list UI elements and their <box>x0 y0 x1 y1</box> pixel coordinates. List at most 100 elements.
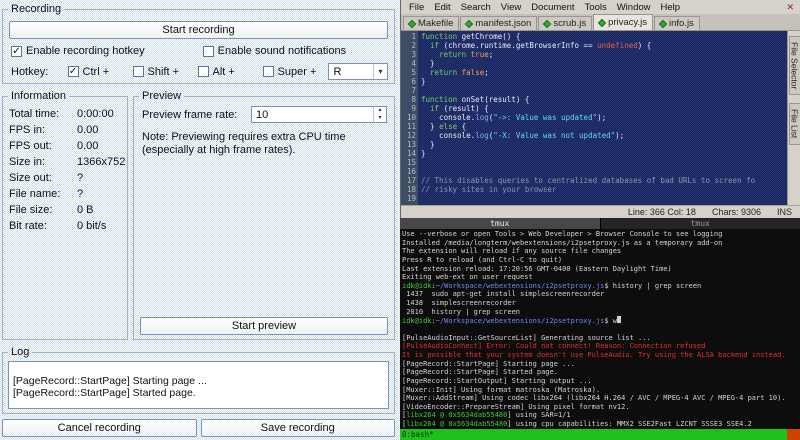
menu-document[interactable]: Document <box>526 2 579 13</box>
tmux-titlebar-unfocused[interactable]: tmux <box>599 218 800 229</box>
menu-window[interactable]: Window <box>612 2 656 13</box>
line-number: 1 <box>411 32 416 41</box>
option-checkbox-1[interactable]: Enable sound notifications <box>202 45 347 57</box>
line-number: 5 <box>411 68 416 77</box>
info-value: 1366x752 <box>77 156 126 168</box>
recording-group: Recording Start recording ✓ Enable record… <box>2 3 395 84</box>
editor-side-panel-tabs: File Selector File List <box>787 31 800 205</box>
window-title: tmux <box>490 219 510 228</box>
info-label: Total time: <box>9 108 60 120</box>
info-value: 0 B <box>77 204 94 216</box>
terminal-line: [Muxer::Init] Using format matroska (Mat… <box>402 385 601 394</box>
code-editor[interactable]: function getChrome() { if (chrome.runtim… <box>418 31 787 205</box>
hotkey-key-value: R <box>333 65 342 78</box>
code-line: // This disables queries to centralized … <box>421 176 756 185</box>
info-label: File size: <box>9 204 53 216</box>
info-label: File name: <box>9 188 61 200</box>
preview-note: Note: Previewing requires extra CPU time… <box>142 131 346 156</box>
terminal-line: Installed /media/longterm/webextensions/… <box>402 238 723 247</box>
info-row: FPS out: 0.00 <box>9 138 124 154</box>
menu-file[interactable]: File <box>404 2 429 13</box>
file-icon <box>543 19 552 28</box>
log-group-title: Log <box>8 346 33 359</box>
line-number: 8 <box>411 95 416 104</box>
terminal-line: 1438 simplescreenrecorder <box>402 299 516 308</box>
terminal-line: The extension will reload if any source … <box>402 247 622 256</box>
menu-tools[interactable]: Tools <box>580 2 612 13</box>
dialog-footer: Cancel recording Save recording <box>2 419 395 437</box>
spin-down-icon[interactable]: ▾ <box>374 115 386 123</box>
frame-rate-spinbox[interactable]: 10 ▴ ▾ <box>251 106 387 123</box>
spin-up-icon[interactable]: ▴ <box>374 107 386 115</box>
line-number: 9 <box>411 104 416 113</box>
info-label: Size in: <box>9 156 46 168</box>
info-row: Total time: 0:00:00 <box>9 106 124 122</box>
checkbox-box <box>262 66 274 77</box>
option-checkbox-0[interactable]: ✓ Enable recording hotkey <box>11 45 145 57</box>
terminal-line: 1437 sudo apt-get install simplescreenre… <box>402 290 605 299</box>
info-label: FPS in: <box>9 124 46 136</box>
close-icon[interactable]: ✕ <box>786 2 797 13</box>
frame-rate-value: 10 <box>256 108 269 121</box>
file-icon <box>407 19 417 28</box>
checkbox-box: ✓ <box>67 66 79 77</box>
save-recording-button[interactable]: Save recording <box>200 419 395 437</box>
line-number: 7 <box>411 86 416 95</box>
terminal-line: [PageRecord::StartOutput] Starting outpu… <box>402 376 592 385</box>
menu-edit[interactable]: Edit <box>429 2 455 13</box>
side-tab-file-list[interactable]: File List <box>788 103 800 145</box>
terminal-line: [libx264 @ 0x5634dab55480] using SAR=1/1 <box>402 411 571 420</box>
code-line: } <box>421 149 426 158</box>
start-recording-button[interactable]: Start recording <box>9 21 388 39</box>
menu-search[interactable]: Search <box>456 2 496 13</box>
tab-privacy.js[interactable]: privacy.js <box>593 14 653 30</box>
info-value: 0.00 <box>77 140 99 152</box>
checkbox-box <box>197 66 209 77</box>
spinner-buttons: ▴ ▾ <box>373 107 386 122</box>
modifier-checkbox-1[interactable]: Shift + <box>132 66 198 78</box>
checkbox-label: Enable recording hotkey <box>26 45 145 57</box>
menu-help[interactable]: Help <box>656 2 686 13</box>
recording-group-title: Recording <box>8 3 65 16</box>
info-row: File name:? <box>9 186 124 202</box>
modifier-checkbox-0[interactable]: ✓ Ctrl + <box>67 66 133 78</box>
file-icon <box>465 19 474 28</box>
cancel-recording-button[interactable]: Cancel recording <box>2 419 197 437</box>
tab-Makefile[interactable]: Makefile <box>403 16 460 30</box>
tab-manifest.json[interactable]: manifest.json <box>460 16 538 30</box>
terminal-line: [PulseAudioInput::GetSourceList] Generat… <box>402 333 651 342</box>
terminal-output[interactable]: Use --verbose or open Tools > Web Develo… <box>400 229 800 429</box>
line-number: 3 <box>411 50 416 59</box>
hotkey-key-select[interactable]: R ▾ <box>327 63 388 80</box>
terminal-line: [VideoEncoder::PrepareStream] Using pixe… <box>402 402 630 411</box>
status-line-col: Line: 366 Col: 18 <box>627 207 696 217</box>
line-number-gutter: 1 2 3 4 5 6 7 8 9 10 11 12 13 14 15 16 17 18 19 <box>401 31 418 205</box>
tmux-window-label[interactable]: 0:bash* <box>402 429 434 440</box>
terminal-line: 2010 history | grep screen <box>402 307 521 316</box>
checkbox-label: Enable sound notifications <box>217 45 347 57</box>
terminal-line: [Muxer::AddStream] Using codec libx264 (… <box>402 394 786 403</box>
modifier-checkbox-3[interactable]: Super + <box>262 66 328 78</box>
window-titlebars: tmux tmux <box>400 218 800 229</box>
information-rows: Total time: 0:00:00 FPS in: 0.00 FPS out: 0.0… <box>9 106 126 234</box>
hotkey-label: Hotkey: <box>11 65 49 78</box>
start-preview-button[interactable]: Start preview <box>140 317 388 335</box>
code-line: console.log("->: Value was updated"); <box>421 113 607 122</box>
log-line: [PageRecord::StartPage] Starting page ..… <box>13 375 207 387</box>
tab-info.js[interactable]: info.js <box>653 16 700 30</box>
info-label: Size out: <box>9 172 52 184</box>
tab-scrub.js[interactable]: scrub.js <box>538 16 593 30</box>
hotkey-modifiers: ✓ Ctrl + Shift + Alt + Super + <box>67 66 328 78</box>
log-group: Log [PageRecord::StartPage] Starting pag… <box>2 346 395 414</box>
menu-view[interactable]: View <box>496 2 526 13</box>
log-output[interactable]: [PageRecord::StartPage] Starting page ..… <box>8 361 389 409</box>
terminal-line: Exiting web-ext on user request <box>402 273 533 282</box>
tmux-titlebar-focused[interactable]: tmux <box>400 218 600 229</box>
side-tab-file-selector[interactable]: File Selector <box>788 36 800 96</box>
file-icon <box>597 18 607 27</box>
modifier-checkbox-2[interactable]: Alt + <box>197 66 263 78</box>
tmux-status-right-block <box>787 429 800 440</box>
